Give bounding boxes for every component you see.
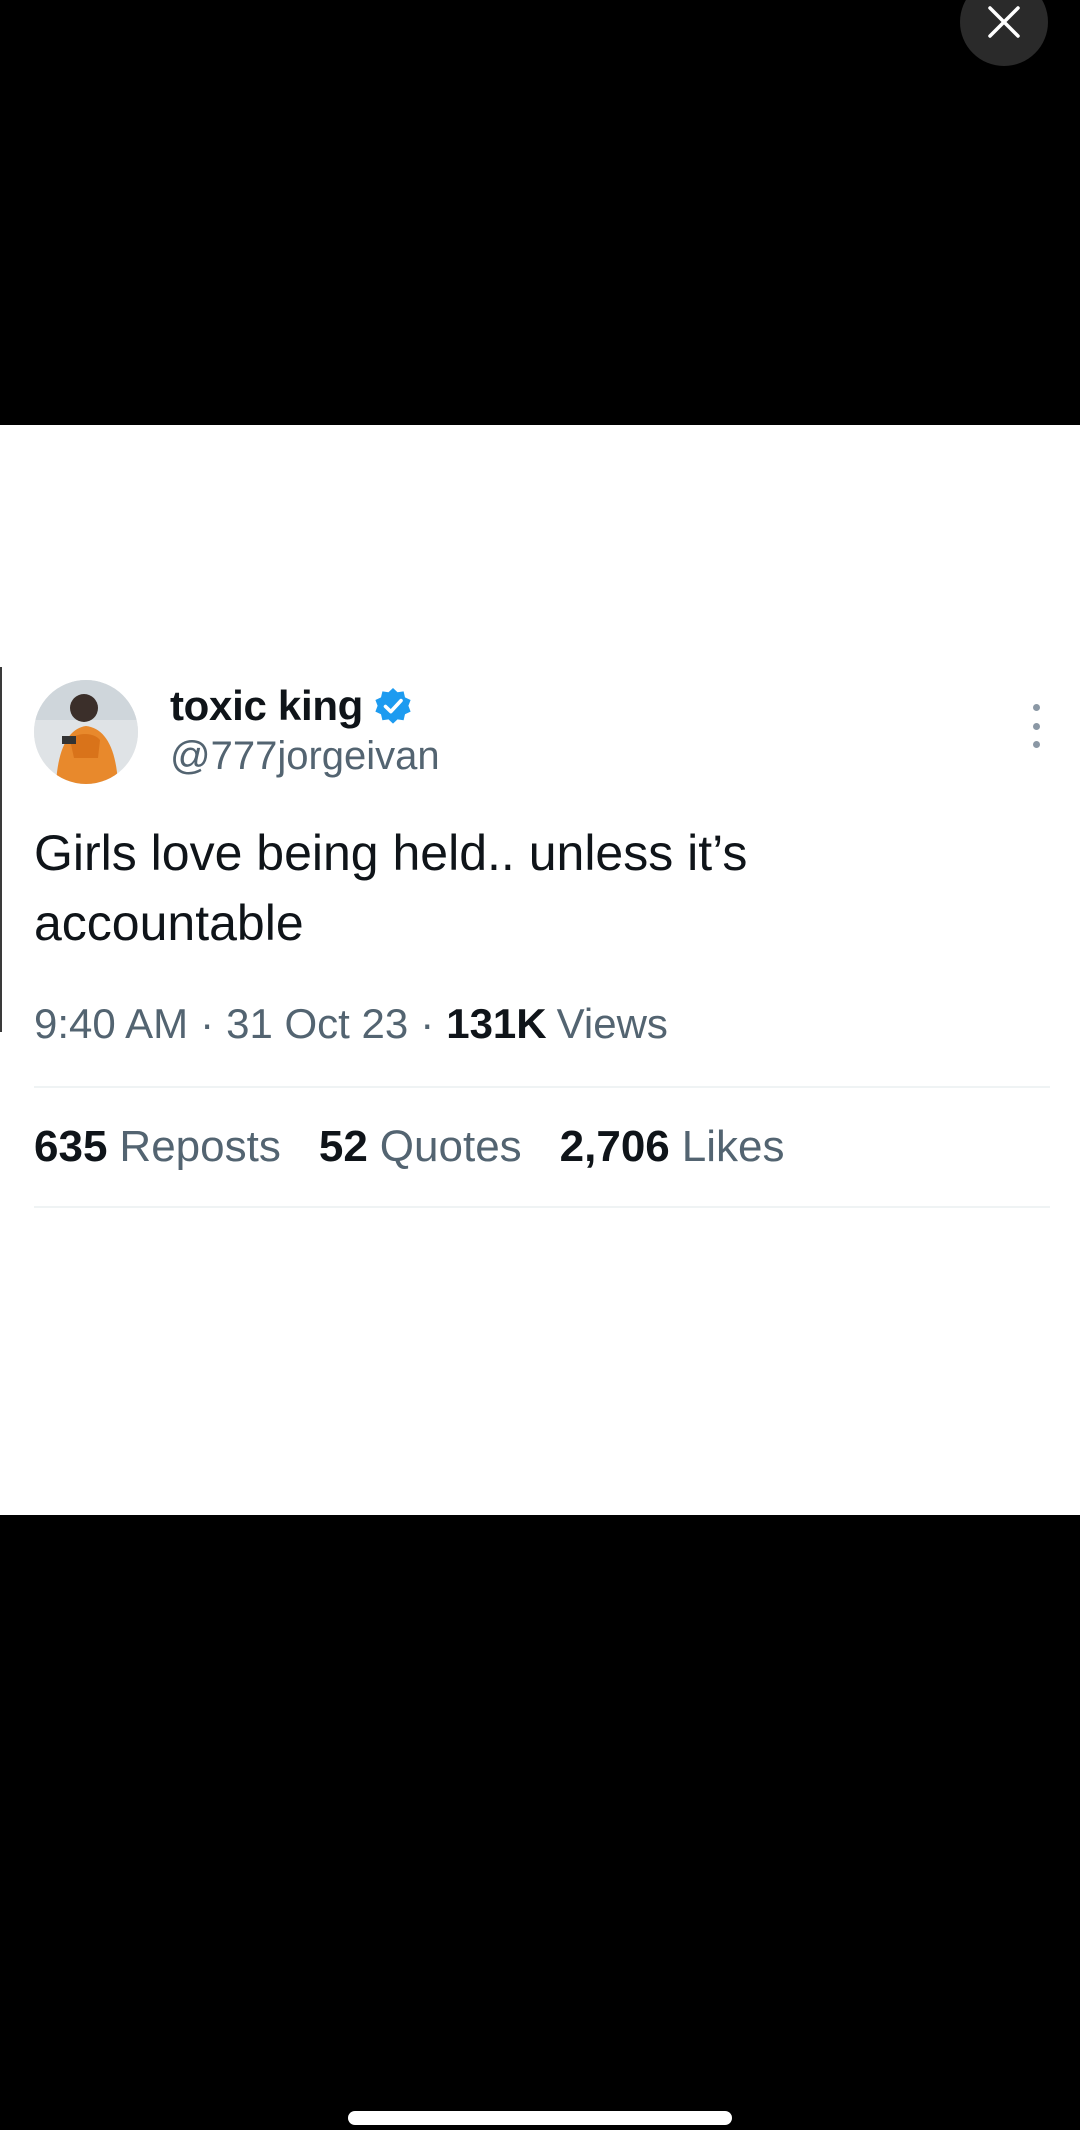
likes-count: 2,706 [559, 1122, 670, 1171]
divider [34, 1206, 1050, 1208]
tweet-time[interactable]: 9:40 AM [34, 1000, 188, 1048]
display-name[interactable]: toxic king [170, 682, 363, 730]
more-vertical-icon [1032, 741, 1040, 748]
display-name-row: toxic king [170, 682, 440, 730]
verified-badge-icon [375, 688, 411, 724]
left-edge-line [0, 667, 2, 1032]
avatar[interactable] [34, 680, 138, 784]
tweet-text: Girls love being held.. unless it’s acco… [34, 825, 748, 951]
tweet-author: toxic king @777jorgeivan [170, 682, 440, 779]
quotes-count: 52 [318, 1122, 368, 1171]
avatar-image [34, 680, 138, 784]
tweet-header: toxic king @777jorgeivan [34, 680, 1050, 790]
close-button[interactable] [960, 0, 1048, 66]
more-vertical-icon [1032, 722, 1040, 730]
user-handle[interactable]: @777jorgeivan [170, 734, 440, 779]
tweet-card: toxic king @777jorgeivan Girls love bein… [34, 680, 1050, 1208]
more-options-button[interactable] [1026, 704, 1046, 748]
views-count: 131K [446, 1000, 547, 1047]
reposts-label: Reposts [119, 1122, 281, 1171]
quotes-label: Quotes [379, 1122, 522, 1171]
views-label: Views [556, 1000, 668, 1047]
image-viewer: toxic king @777jorgeivan Girls love bein… [0, 0, 1080, 2130]
home-indicator[interactable] [348, 2111, 732, 2125]
more-vertical-icon [1032, 704, 1040, 711]
reposts-count: 635 [34, 1122, 108, 1171]
tweet-screenshot-image: toxic king @777jorgeivan Girls love bein… [0, 425, 1080, 1515]
reposts-stat[interactable]: 635 Reposts [34, 1122, 281, 1172]
engagement-stats: 635 Reposts 52 Quotes 2,706 Likes [34, 1088, 1050, 1206]
likes-stat[interactable]: 2,706 Likes [560, 1122, 785, 1172]
meta-separator: · [420, 1000, 435, 1047]
likes-label: Likes [681, 1122, 785, 1171]
tweet-meta: 9:40 AM · 31 Oct 23 · 131K Views [34, 1000, 1050, 1048]
tweet-date[interactable]: 31 Oct 23 [226, 1000, 408, 1048]
quotes-stat[interactable]: 52 Quotes [319, 1122, 522, 1172]
meta-separator: · [200, 1000, 215, 1047]
close-icon [988, 6, 1020, 38]
